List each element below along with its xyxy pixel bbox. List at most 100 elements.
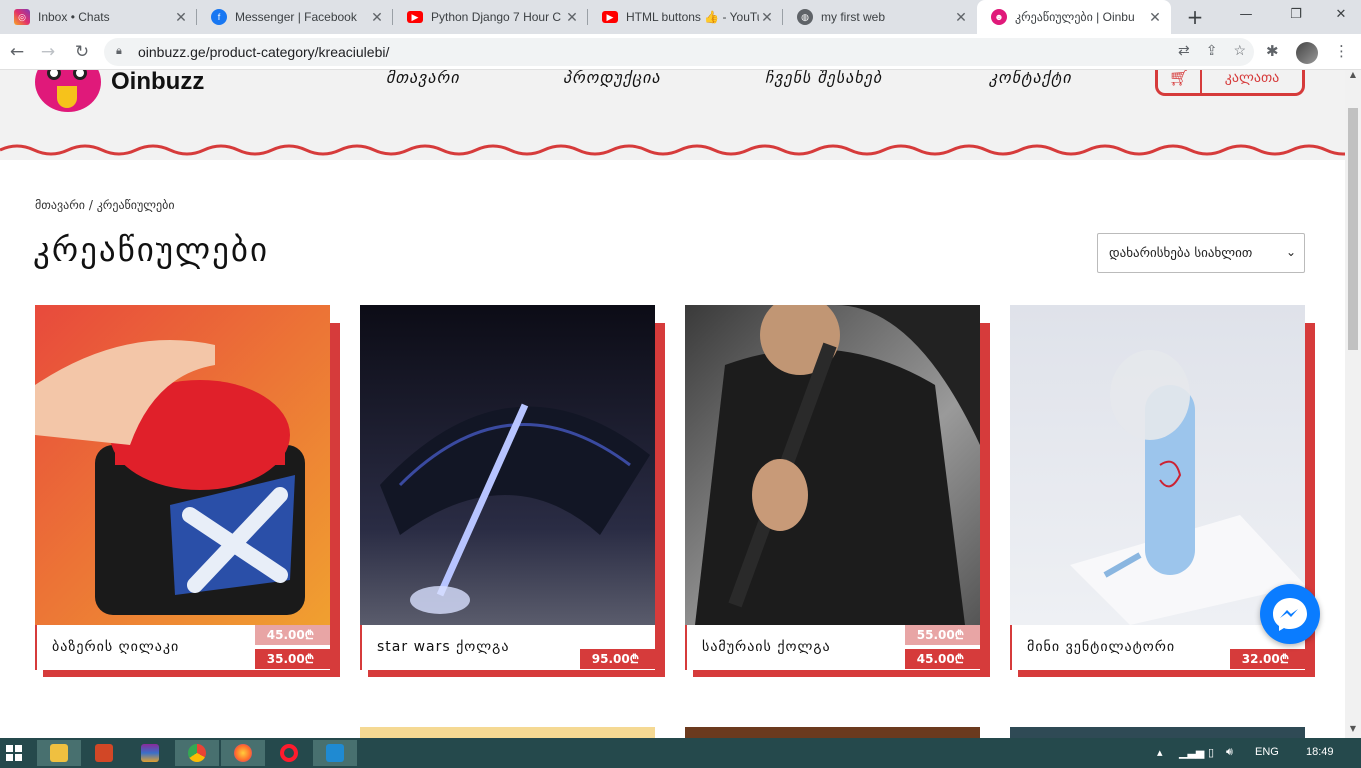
- close-tab-icon[interactable]: ✕: [953, 9, 969, 26]
- nav-products[interactable]: პროდუქცია: [563, 70, 661, 87]
- close-tab-icon[interactable]: ✕: [759, 9, 775, 26]
- close-tab-icon[interactable]: ✕: [564, 9, 580, 26]
- product-image[interactable]: [685, 305, 980, 625]
- file-explorer-icon[interactable]: [37, 740, 81, 766]
- oinbuzz-icon: ☻: [991, 9, 1007, 25]
- winrar-icon[interactable]: [128, 740, 172, 766]
- product-name[interactable]: star wars ქოლგა: [377, 639, 509, 655]
- tab-instagram[interactable]: ◎ Inbox • Chats ✕: [0, 0, 197, 34]
- signal-icon[interactable]: ▁▃▅: [1179, 746, 1204, 759]
- old-price: 45.00₾: [255, 625, 330, 645]
- page-scrollbar[interactable]: ▲ ▼: [1345, 70, 1361, 738]
- tab-django[interactable]: ▶ Python Django 7 Hour C ✕: [393, 0, 588, 34]
- product-card[interactable]: სამურაის ქოლგა 55.00₾ 45.00₾: [685, 305, 990, 677]
- language-indicator[interactable]: ENG: [1255, 746, 1279, 758]
- facebook-icon: f: [211, 9, 227, 25]
- nav-home[interactable]: მთავარი: [386, 70, 460, 87]
- youtube-icon: ▶: [407, 11, 423, 23]
- clock[interactable]: 18:49: [1306, 746, 1334, 758]
- minimize-button[interactable]: —: [1223, 0, 1269, 34]
- opera-icon[interactable]: [267, 740, 311, 766]
- tab-title: Inbox • Chats: [38, 10, 110, 24]
- sort-selected-value: დახარისხება სიახლით: [1109, 245, 1253, 261]
- cart-label: კალათა: [1224, 70, 1280, 86]
- tab-title: Python Django 7 Hour C: [431, 10, 562, 24]
- close-tab-icon[interactable]: ✕: [173, 9, 189, 26]
- browser-tab-bar: ◎ Inbox • Chats ✕ f Messenger | Facebook…: [0, 0, 1361, 34]
- new-tab-button[interactable]: +: [1184, 6, 1206, 28]
- current-price: 45.00₾: [905, 649, 980, 669]
- vscode-icon[interactable]: [313, 740, 357, 766]
- product-name[interactable]: სამურაის ქოლგა: [702, 639, 831, 655]
- sort-select[interactable]: დახარისხება სიახლით ⌄: [1097, 233, 1305, 273]
- product-image[interactable]: [35, 305, 330, 625]
- youtube-icon: ▶: [602, 11, 618, 23]
- logo-eye: [73, 70, 87, 80]
- extensions-icon[interactable]: ✱: [1266, 42, 1279, 60]
- chevron-down-icon: ⌄: [1285, 245, 1296, 259]
- tray-chevron-up-icon[interactable]: ▴: [1157, 746, 1163, 759]
- breadcrumb: მთავარი / კრეაწიულები: [35, 198, 175, 212]
- logo-tongue: [57, 86, 77, 108]
- tab-my-first-web[interactable]: ◍ my first web ✕: [783, 0, 977, 34]
- product-name[interactable]: ბაზერის ღილაკი: [52, 639, 179, 655]
- product-image[interactable]: [360, 305, 655, 625]
- product-card-next-row: [685, 727, 980, 738]
- product-card[interactable]: ბაზერის ღილაკი 45.00₾ 35.00₾: [35, 305, 340, 677]
- cart-button[interactable]: 🛒︎ კალათა: [1155, 70, 1305, 96]
- web-page: Oinbuzz მთავარი პროდუქცია ჩვენს შესახებ …: [0, 70, 1345, 738]
- breadcrumb-separator: /: [88, 198, 93, 212]
- volume-icon[interactable]: 🔊︎: [1226, 746, 1233, 759]
- messenger-chat-button[interactable]: [1260, 584, 1320, 644]
- close-tab-icon[interactable]: ✕: [1147, 9, 1163, 26]
- firefox-icon[interactable]: [221, 740, 265, 766]
- battery-icon[interactable]: ▯: [1208, 746, 1214, 759]
- scroll-down-icon[interactable]: ▼: [1345, 724, 1361, 738]
- tab-oinbuzz[interactable]: ☻ კრეაწიულები | Oinbu ✕: [977, 0, 1171, 34]
- nav-contact[interactable]: კონტაქტი: [989, 70, 1072, 87]
- tab-messenger[interactable]: f Messenger | Facebook ✕: [197, 0, 393, 34]
- windows-start-icon[interactable]: [6, 745, 22, 761]
- breadcrumb-current: კრეაწიულები: [96, 198, 175, 212]
- current-price: 32.00₾: [1230, 649, 1305, 669]
- product-card-next-row: [1010, 727, 1305, 738]
- header-wave: [0, 138, 1345, 156]
- product-card-next-row: [360, 727, 655, 738]
- translate-icon[interactable]: ⇄: [1178, 42, 1190, 59]
- powerpoint-icon[interactable]: [82, 740, 126, 766]
- close-window-button[interactable]: ✕: [1318, 0, 1361, 34]
- product-card[interactable]: star wars ქოლგა 95.00₾: [360, 305, 665, 677]
- close-tab-icon[interactable]: ✕: [369, 9, 385, 26]
- page-title: კრეაწიულები: [33, 230, 270, 269]
- share-icon[interactable]: ⇪: [1206, 42, 1218, 59]
- forward-arrow-icon[interactable]: →: [36, 40, 60, 64]
- messenger-icon: [1273, 598, 1307, 631]
- back-arrow-icon[interactable]: ←: [5, 40, 29, 64]
- product-info: სამურაის ქოლგა 55.00₾ 45.00₾: [685, 625, 980, 670]
- lock-icon: 🔒︎: [116, 45, 122, 57]
- bookmark-star-icon[interactable]: ☆: [1233, 42, 1246, 59]
- more-menu-icon[interactable]: ⋮: [1334, 42, 1349, 60]
- nav-about[interactable]: ჩვენს შესახებ: [765, 70, 882, 87]
- product-info: star wars ქოლგა 95.00₾: [360, 625, 655, 670]
- globe-icon: ◍: [797, 9, 813, 25]
- breadcrumb-home[interactable]: მთავარი: [35, 198, 85, 212]
- url-input[interactable]: 🔒︎ oinbuzz.ge/product-category/kreaciule…: [104, 38, 1254, 66]
- scrollbar-thumb[interactable]: [1348, 108, 1358, 350]
- tab-title: კრეაწიულები | Oinbu: [1015, 10, 1135, 24]
- logo-text[interactable]: Oinbuzz: [111, 70, 204, 96]
- product-info: ბაზერის ღილაკი 45.00₾ 35.00₾: [35, 625, 330, 670]
- cart-icon: 🛒︎: [1158, 70, 1202, 93]
- chrome-icon[interactable]: [175, 740, 219, 766]
- tab-html-buttons[interactable]: ▶ HTML buttons 👍 - YouTu ✕: [588, 0, 783, 34]
- tab-title: HTML buttons 👍 - YouTu: [626, 10, 759, 24]
- old-price: 55.00₾: [905, 625, 980, 645]
- profile-avatar[interactable]: [1296, 42, 1318, 64]
- scroll-up-icon[interactable]: ▲: [1345, 70, 1361, 84]
- product-name[interactable]: მინი ვენტილატორი: [1027, 639, 1175, 655]
- current-price: 95.00₾: [580, 649, 655, 669]
- instagram-icon: ◎: [14, 9, 30, 25]
- reload-icon[interactable]: ↻: [70, 40, 94, 64]
- restore-button[interactable]: ❐: [1273, 0, 1319, 34]
- product-image[interactable]: [1010, 305, 1305, 625]
